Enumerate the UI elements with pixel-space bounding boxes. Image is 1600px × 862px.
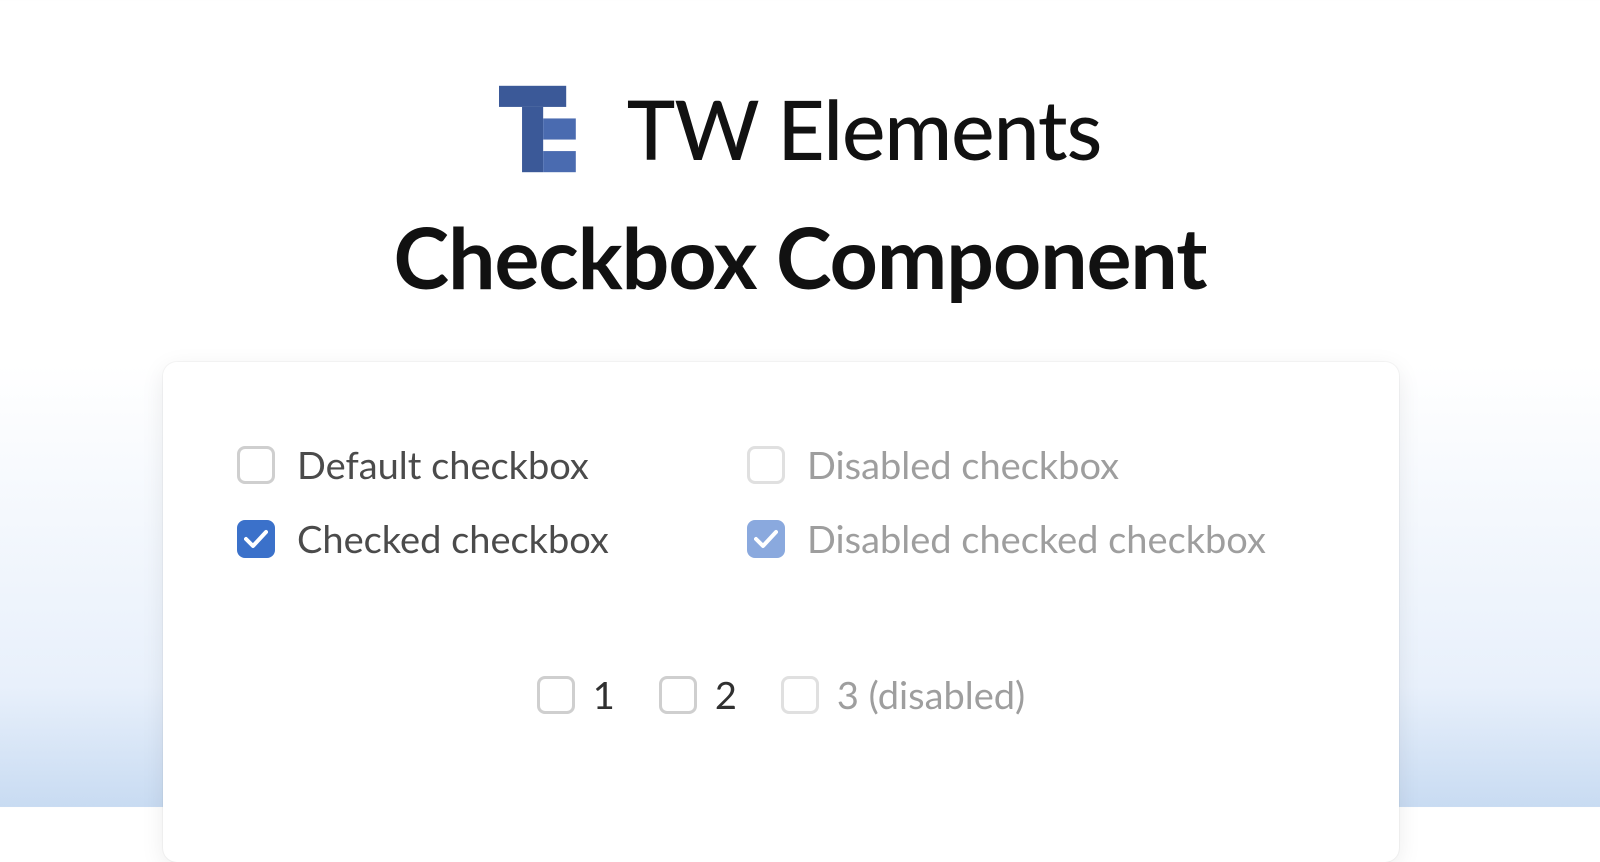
- checkbox-label: Checked checkbox: [297, 516, 609, 562]
- inline-checkbox-3-disabled: 3 (disabled): [781, 672, 1025, 718]
- checkbox-label: Default checkbox: [297, 442, 589, 488]
- brand-row: TW Elements: [0, 80, 1600, 178]
- checkbox-box-checked[interactable]: [237, 520, 275, 558]
- inline-label: 3 (disabled): [837, 672, 1025, 718]
- inline-label: 1: [593, 672, 615, 718]
- checkbox-default[interactable]: Default checkbox: [237, 442, 747, 488]
- inline-checkbox-2[interactable]: 2: [659, 672, 737, 718]
- te-logo-icon: [499, 85, 595, 173]
- checkbox-box-unchecked[interactable]: [237, 446, 275, 484]
- checkbox-disabled-checked: Disabled checked checkbox: [747, 516, 1325, 562]
- page-header: TW Elements Checkbox Component: [0, 0, 1600, 307]
- checkbox-box-disabled-unchecked: [747, 446, 785, 484]
- inline-label: 2: [715, 672, 737, 718]
- brand-title: TW Elements: [627, 80, 1101, 178]
- inline-checkbox-row: 1 2 3 (disabled): [237, 672, 1325, 718]
- checkbox-box-disabled-unchecked: [781, 676, 819, 714]
- checkbox-label: Disabled checked checkbox: [807, 516, 1266, 562]
- checkbox-checked[interactable]: Checked checkbox: [237, 516, 747, 562]
- checkbox-disabled: Disabled checkbox: [747, 442, 1325, 488]
- checkbox-box-disabled-checked: [747, 520, 785, 558]
- checkbox-box-unchecked[interactable]: [537, 676, 575, 714]
- checkbox-box-unchecked[interactable]: [659, 676, 697, 714]
- check-icon: [754, 529, 778, 549]
- demo-card: Default checkbox Disabled checkbox Check…: [163, 362, 1399, 862]
- check-icon: [244, 529, 268, 549]
- page-subtitle: Checkbox Component: [0, 206, 1600, 307]
- inline-checkbox-1[interactable]: 1: [537, 672, 615, 718]
- checkbox-grid: Default checkbox Disabled checkbox Check…: [237, 442, 1325, 562]
- checkbox-label: Disabled checkbox: [807, 442, 1119, 488]
